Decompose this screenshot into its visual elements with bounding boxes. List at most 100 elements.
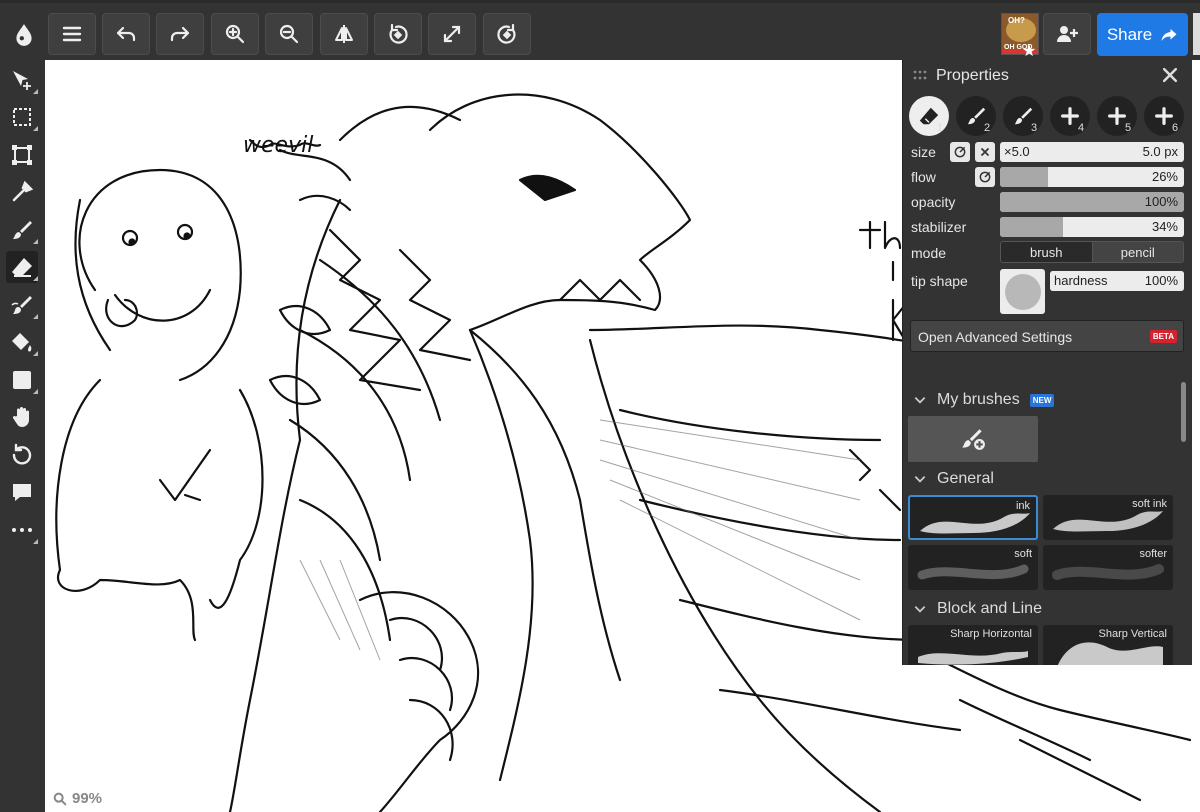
zoom-magnifier-icon: [53, 792, 67, 805]
transform-tool[interactable]: [6, 139, 38, 171]
hardness-slider[interactable]: hardness 100%: [1050, 271, 1184, 291]
size-slider[interactable]: ×5.0 5.0 px: [1000, 142, 1184, 162]
flip-button[interactable]: [320, 13, 368, 55]
brush-preset-soft-ink[interactable]: soft ink: [1043, 495, 1173, 540]
close-panel-button[interactable]: [1159, 64, 1181, 86]
select-move-tool[interactable]: [6, 64, 38, 96]
brush-name: soft: [1014, 548, 1032, 560]
chevron-down-icon: [914, 397, 926, 404]
rotate-cw-icon: [497, 23, 516, 44]
comment-tool[interactable]: [6, 476, 38, 508]
marquee-tool[interactable]: [6, 101, 38, 133]
mode-pencil-option[interactable]: pencil: [1091, 242, 1183, 262]
brush-name: soft ink: [1132, 498, 1167, 510]
top-toolbar: OH? OH GOD ★ Share: [0, 0, 1200, 60]
brush-icon: [13, 221, 32, 239]
zoom-value: 99%: [72, 790, 103, 807]
select-move-icon: [13, 71, 31, 90]
add-user-icon: [1057, 26, 1078, 42]
flow-value: 26%: [1151, 169, 1178, 184]
size-reset-button[interactable]: [975, 142, 995, 162]
size-label: size: [911, 144, 936, 160]
smudge-tool[interactable]: [6, 289, 38, 321]
share-arrow-icon: [1161, 28, 1177, 41]
panel-header: Properties: [903, 60, 1192, 90]
brush-name: Sharp Horizontal: [950, 628, 1032, 640]
marquee-icon: [13, 108, 31, 126]
zoom-indicator[interactable]: 99%: [52, 790, 102, 807]
flow-pressure-button[interactable]: [975, 167, 995, 187]
panel-title: Properties: [936, 67, 1009, 84]
block-and-line-section[interactable]: Block and Line: [913, 600, 1042, 618]
tip-shape-label: tip shape: [911, 273, 968, 289]
share-button[interactable]: Share: [1097, 13, 1188, 56]
rotate-ccw-icon: [389, 23, 408, 44]
zoom-out-button[interactable]: [265, 13, 313, 55]
fill-bucket-icon: [12, 333, 32, 352]
tip-shape-preview[interactable]: [1000, 269, 1045, 314]
advanced-settings-label: Open Advanced Settings: [918, 329, 1073, 345]
mode-brush-option[interactable]: brush: [1001, 242, 1092, 262]
brush-tool[interactable]: [6, 214, 38, 246]
eyedropper-icon: [12, 180, 34, 202]
close-icon: [1162, 67, 1178, 83]
mode-toggle: brush pencil: [1000, 241, 1184, 263]
undo-button[interactable]: [102, 13, 150, 55]
tip-shape-dot: [1004, 273, 1041, 310]
pressure-icon: [954, 146, 966, 158]
fullscreen-button[interactable]: [428, 13, 476, 55]
my-brushes-label: My brushes: [937, 391, 1020, 408]
rotate-view-tool[interactable]: [6, 439, 38, 471]
rotate-ccw-button[interactable]: [374, 13, 422, 55]
chevron-down-icon: [914, 606, 926, 613]
stabilizer-slider[interactable]: 34%: [1000, 217, 1184, 237]
fullscreen-icon: [443, 25, 461, 43]
my-brushes-section[interactable]: My brushes NEW: [913, 391, 1055, 409]
size-pressure-button[interactable]: [950, 142, 970, 162]
logo-icon[interactable]: [6, 15, 42, 55]
more-tools[interactable]: [6, 514, 38, 546]
redo-icon: [170, 26, 190, 42]
zoom-in-icon: [225, 24, 245, 44]
general-label: General: [937, 470, 994, 487]
hand-tool[interactable]: [6, 401, 38, 433]
brush-preset-ink[interactable]: ink: [908, 495, 1038, 540]
properties-panel: Properties 1 2 3 4 5 6 size ×5.0 5.0 px …: [902, 60, 1192, 665]
smudge-icon: [11, 296, 32, 314]
new-badge: NEW: [1029, 393, 1055, 407]
eyedropper-tool[interactable]: [6, 176, 38, 208]
opacity-label: opacity: [911, 194, 956, 210]
zoom-in-button[interactable]: [211, 13, 259, 55]
opacity-slider[interactable]: 100%: [1000, 192, 1184, 212]
brush-slot-3-number: 3: [1031, 122, 1038, 134]
add-user-button[interactable]: [1043, 13, 1091, 55]
brush-preset-sharp-horizontal[interactable]: Sharp Horizontal: [908, 625, 1038, 665]
hardness-value: 100%: [1144, 273, 1178, 288]
redo-button[interactable]: [156, 13, 204, 55]
brush-name: Sharp Vertical: [1098, 628, 1167, 640]
drag-grip-icon[interactable]: [913, 70, 927, 80]
stabilizer-label: stabilizer: [911, 219, 967, 235]
brush-slot-6-number: 6: [1172, 122, 1179, 134]
rotate-cw-button[interactable]: [483, 13, 531, 55]
brush-preset-sharp-vertical[interactable]: Sharp Vertical: [1043, 625, 1173, 665]
general-section[interactable]: General: [913, 470, 994, 488]
open-advanced-settings-button[interactable]: Open Advanced Settings BETA: [910, 320, 1184, 352]
hand-icon: [12, 407, 29, 427]
menu-button[interactable]: [48, 13, 96, 55]
shape-tool[interactable]: [6, 364, 38, 396]
brush-slot-2-number: 2: [984, 122, 991, 134]
panel-scrollbar[interactable]: [1181, 382, 1186, 442]
block-and-line-label: Block and Line: [937, 600, 1042, 617]
fill-bucket-tool[interactable]: [6, 326, 38, 358]
flow-slider[interactable]: 26%: [1000, 167, 1184, 187]
transform-icon: [12, 145, 32, 165]
add-brush-button[interactable]: [908, 416, 1038, 462]
share-label: Share: [1106, 24, 1153, 44]
brush-preset-soft[interactable]: soft: [908, 545, 1038, 590]
stabilizer-value: 34%: [1151, 219, 1178, 234]
eraser-tool[interactable]: [6, 251, 38, 283]
menu-icon: [62, 26, 82, 42]
app-window: OH? OH GOD ★ Share weevil 99% Properties…: [0, 0, 1200, 812]
brush-preset-softer[interactable]: softer: [1043, 545, 1173, 590]
